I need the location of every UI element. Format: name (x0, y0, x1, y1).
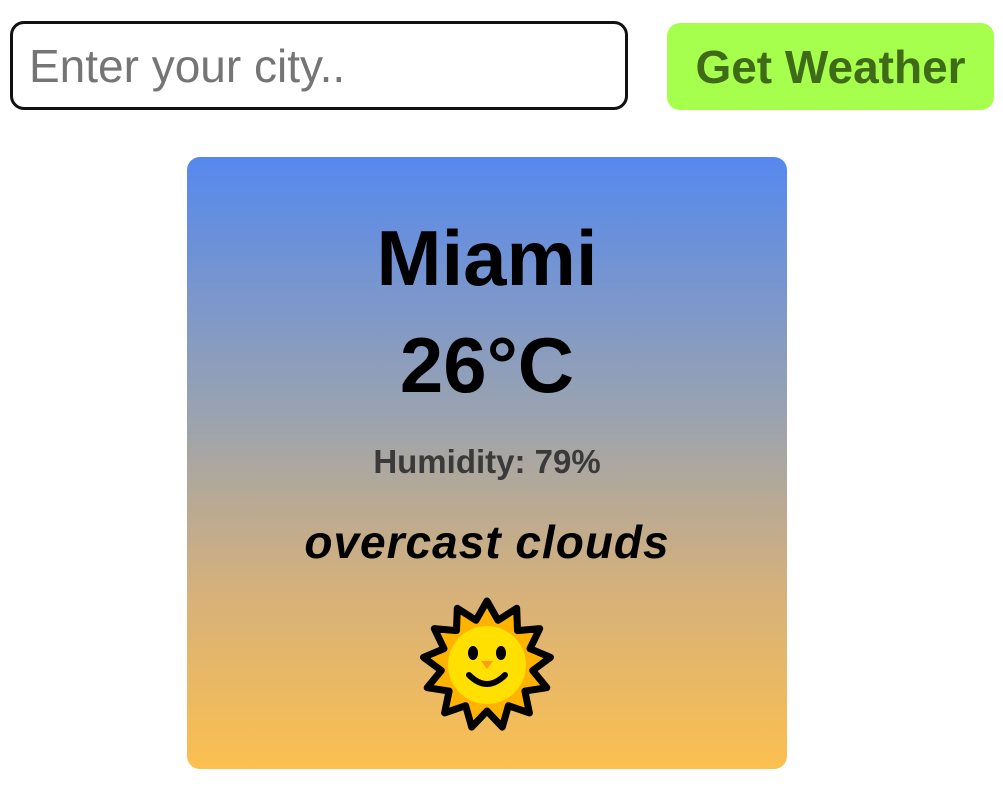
temperature-value: 26°C (399, 321, 575, 409)
sun-with-face-icon (417, 595, 557, 735)
weather-card: Miami 26°C Humidity: 79% overcast clouds (187, 157, 787, 769)
weather-condition: overcast clouds (304, 516, 670, 568)
humidity-value: Humidity: 79% (373, 443, 601, 480)
city-name: Miami (376, 214, 598, 302)
get-weather-button[interactable]: Get Weather (667, 23, 994, 110)
city-search-input[interactable] (10, 21, 628, 110)
